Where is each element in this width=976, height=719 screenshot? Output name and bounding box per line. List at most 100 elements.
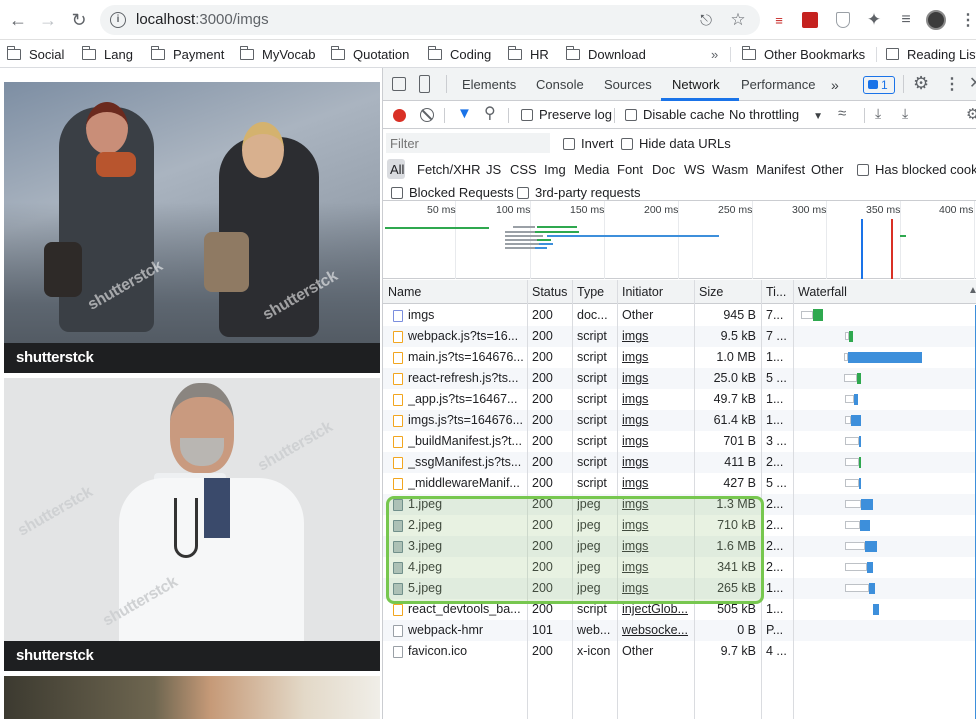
type-filter-other[interactable]: Other [811,162,844,177]
column-header-waterfall[interactable]: Waterfall [793,280,847,304]
third-party-checkbox[interactable]: 3rd-party requests [517,185,641,200]
close-devtools-icon[interactable]: ✕ [969,73,976,93]
tab-performance[interactable]: Performance [741,77,815,92]
request-initiator[interactable]: imgs [622,368,692,389]
type-filter-img[interactable]: Img [544,162,566,177]
column-header-type[interactable]: Type [572,280,604,304]
column-header-size[interactable]: Size [694,280,723,304]
clear-icon[interactable] [420,108,434,122]
column-header-status[interactable]: Status [527,280,567,304]
request-initiator[interactable]: imgs [622,347,692,368]
request-status: 200 [532,371,553,385]
request-initiator[interactable]: imgs [622,389,692,410]
type-filter-css[interactable]: CSS [510,162,537,177]
extension-flag-icon[interactable]: ≡ [769,10,789,30]
url-text[interactable]: localhost:3000/imgs [136,11,269,28]
type-filter-js[interactable]: JS [486,162,501,177]
request-initiator[interactable]: imgs [622,431,692,452]
invert-checkbox[interactable]: Invert [563,136,614,151]
bookmark-social[interactable]: Social [6,45,64,62]
throttling-select[interactable]: No throttling ▼ [729,107,823,122]
overview-timeline[interactable]: 50 ms 100 ms 150 ms 200 ms 250 ms 300 ms… [383,201,976,279]
issues-badge[interactable]: 1 [863,76,895,94]
type-filter-font[interactable]: Font [617,162,643,177]
type-filter-doc[interactable]: Doc [652,162,675,177]
filter-input[interactable] [386,133,550,153]
network-conditions-icon[interactable]: ≈ [838,105,846,122]
type-filter-fetch-xhr[interactable]: Fetch/XHR [417,162,481,177]
column-header-time[interactable]: Ti... [761,280,786,304]
devtools-menu-icon[interactable]: ⋮ [944,74,960,94]
tab-network[interactable]: Network [672,77,720,92]
filter-funnel-icon[interactable]: ▼ [457,105,472,122]
request-time: 1... [766,350,784,364]
request-initiator[interactable]: imgs [622,410,692,431]
photo-3[interactable] [4,676,380,719]
extension-shield-icon[interactable] [833,10,853,30]
reload-icon[interactable]: ↻ [67,8,91,32]
blocked-cookies-checkbox[interactable]: Has blocked cookies [857,162,976,177]
type-filter-wasm[interactable]: Wasm [712,162,748,177]
tab-console[interactable]: Console [536,77,584,92]
request-name: _middlewareManif... [408,476,520,490]
waterfall-bar [854,394,858,405]
export-har-icon[interactable]: ⤓ [902,105,908,122]
forward-icon[interactable]: → [36,8,60,32]
import-har-icon[interactable]: ⤓ [875,105,881,122]
type-filter-manifest[interactable]: Manifest [756,162,805,177]
inspect-element-icon[interactable] [392,77,406,91]
network-settings-icon[interactable]: ⚙ [966,105,976,123]
settings-gear-icon[interactable]: ⚙ [913,73,929,94]
preserve-log-checkbox[interactable]: Preserve log [521,107,612,122]
overview-bar [539,243,553,245]
overview-bar [535,247,547,249]
bookmarks-overflow-button[interactable]: » [711,46,718,62]
bookmark-other[interactable]: Other Bookmarks [741,45,865,62]
profile-avatar[interactable] [926,10,946,30]
request-initiator[interactable]: imgs [622,452,692,473]
device-toolbar-icon[interactable] [419,75,430,93]
bookmark-coding[interactable]: Coding [427,45,491,62]
bookmark-myvocab[interactable]: MyVocab [239,45,315,62]
bookmark-lang[interactable]: Lang [81,45,133,62]
request-status: 200 [532,329,553,343]
extension-red-icon[interactable] [800,10,820,30]
bookmark-hr[interactable]: HR [507,45,549,62]
column-header-initiator[interactable]: Initiator [617,280,663,304]
hide-data-urls-checkbox[interactable]: Hide data URLs [621,136,731,151]
sort-chevron-up-icon[interactable]: ▲ [968,285,976,296]
back-icon[interactable]: ← [6,8,30,32]
photo-2[interactable]: shutterstck shutterstck shutterstck shut… [4,378,380,671]
extension-red-shape [802,12,818,28]
reading-mode-icon[interactable]: ≡ [896,10,916,30]
tab-elements[interactable]: Elements [462,77,516,92]
search-icon[interactable]: ⚲ [484,103,496,123]
site-info-icon[interactable]: i [110,12,126,28]
request-initiator[interactable]: websocke... [622,620,692,641]
column-header-name[interactable]: Name [383,280,421,304]
bookmark-payment[interactable]: Payment [150,45,224,62]
reading-list-button[interactable]: Reading List [886,46,976,62]
request-time: 1... [766,581,784,595]
photo-1[interactable]: shutterstck shutterstck shutterstck [4,82,380,373]
waterfall-queue-bar [845,521,860,529]
address-bar[interactable]: i localhost:3000/imgs ⎋ ☆ [100,5,760,35]
share-icon[interactable]: ⎋ [696,10,716,30]
bookmark-star-icon[interactable]: ☆ [728,10,748,30]
browser-toolbar: ← → ↻ i localhost:3000/imgs ⎋ ☆ ≡ ✦ ≡ ⋮ [0,0,976,40]
extensions-puzzle-icon[interactable]: ✦ [864,10,884,30]
request-initiator[interactable]: imgs [622,473,692,494]
disable-cache-checkbox[interactable]: Disable cache [625,107,725,122]
request-initiator[interactable]: imgs [622,326,692,347]
tab-sources[interactable]: Sources [604,77,652,92]
type-filter-all[interactable]: All [390,162,404,177]
bookmark-quotation[interactable]: Quotation [330,45,409,62]
bookmark-download[interactable]: Download [565,45,646,62]
browser-menu-icon[interactable]: ⋮ [958,10,976,30]
record-icon[interactable] [393,109,406,122]
waterfall-queue-bar [845,500,861,508]
more-tabs-button[interactable]: » [831,77,839,93]
blocked-requests-checkbox[interactable]: Blocked Requests [391,185,514,200]
type-filter-media[interactable]: Media [574,162,609,177]
type-filter-ws[interactable]: WS [684,162,705,177]
